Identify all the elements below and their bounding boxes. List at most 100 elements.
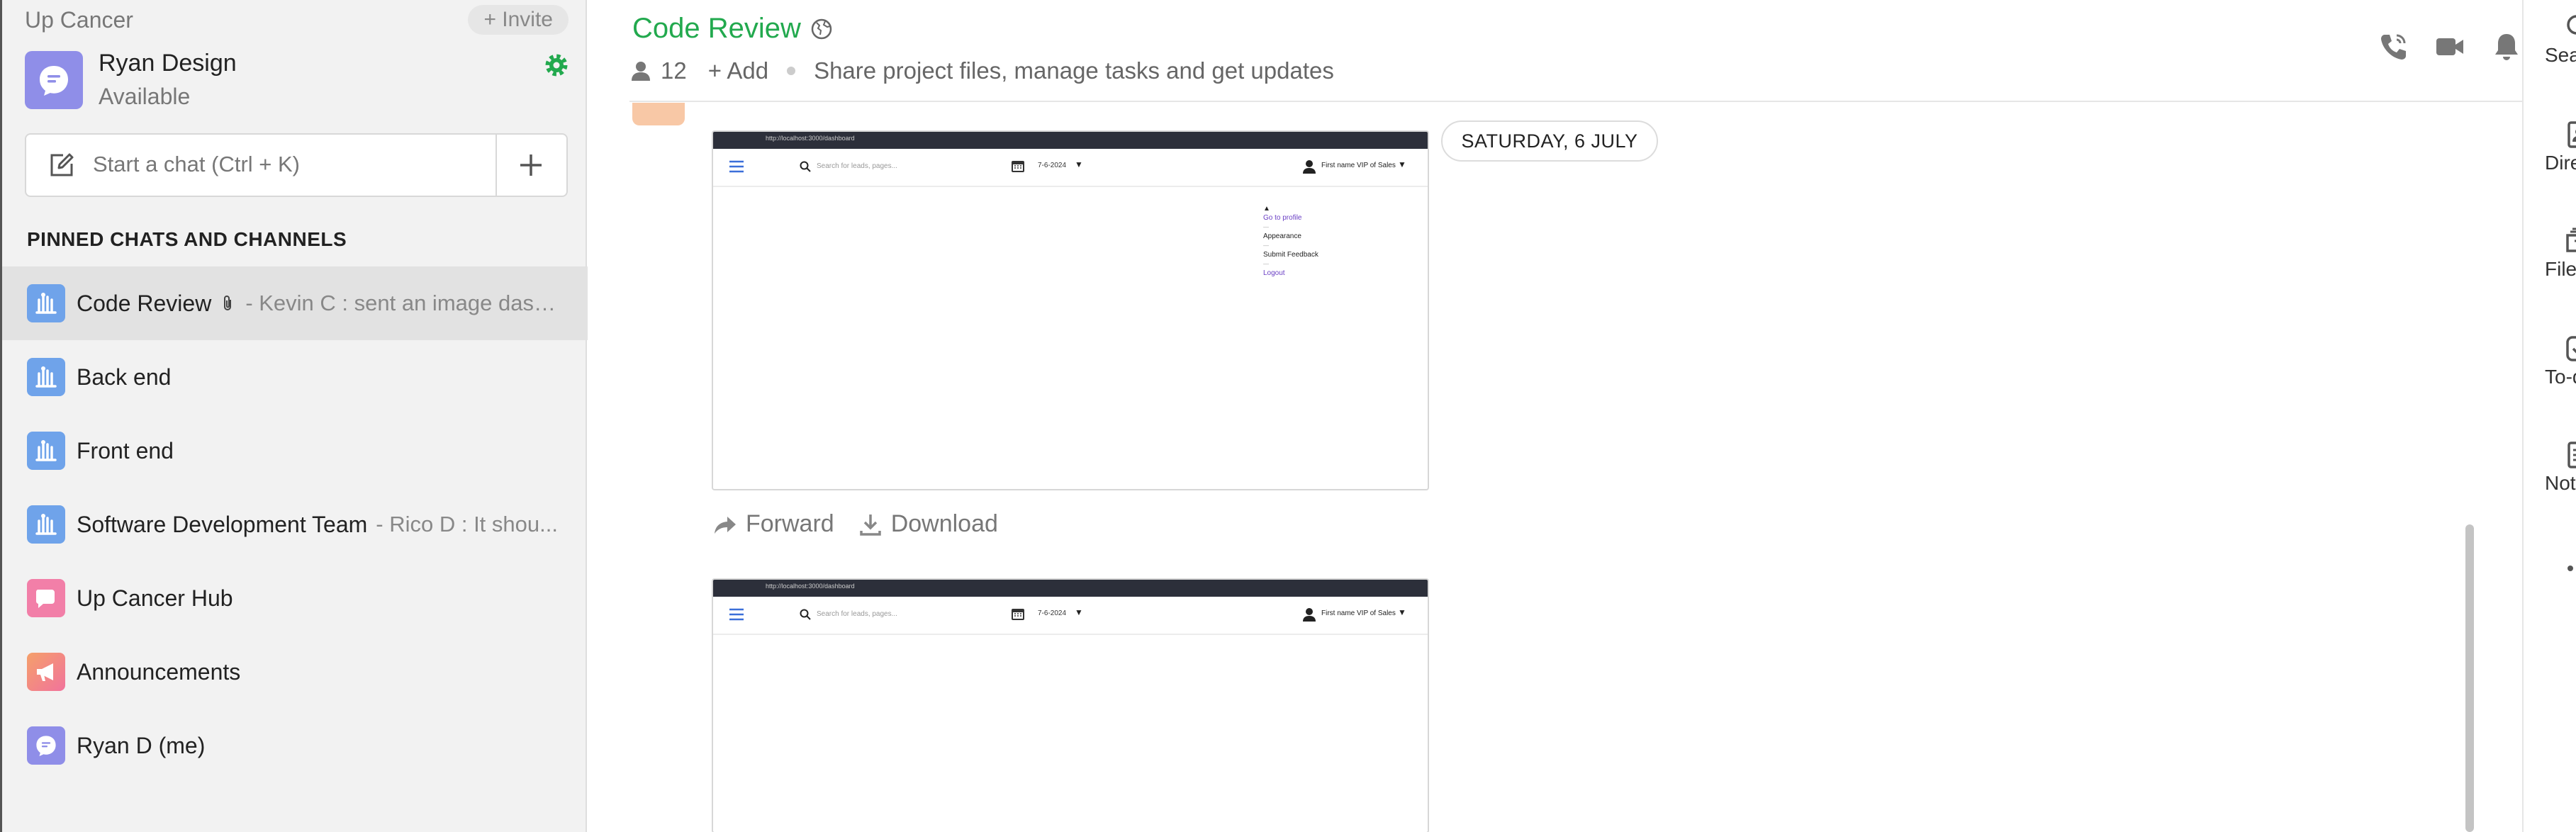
rail-item-directory[interactable]: Directory [2545,120,2576,174]
sidebar-item-label: Up Cancer Hub [77,585,233,611]
sidebar: Up Cancer + Invite Ryan Design Available… [0,0,588,832]
avatar[interactable] [25,51,83,109]
rail-label: Search [2545,44,2576,66]
forward-button[interactable]: Forward [713,510,834,538]
start-chat-placeholder[interactable]: Start a chat (Ctrl + K) [93,152,300,177]
sidebar-item-preview: - Rico D : It shou... [376,512,558,536]
rail-label: Directory [2545,152,2576,174]
channel-title[interactable]: Code Review [632,13,801,45]
spacer: — [1263,224,1269,230]
app-bar: Search for leads, pages... 7-6-2024 ▼ Fi… [713,597,1428,635]
header-divider [629,101,2522,102]
chevron-down-icon: ▼ [1398,159,1406,169]
user-name: First name VIP of Sales [1321,609,1396,617]
pinned-chat-list: Code Review - Kevin C : sent an image da… [2,266,588,782]
invite-button[interactable]: + Invite [468,5,569,35]
bell-icon[interactable] [2491,31,2522,62]
forward-label: Forward [746,510,834,537]
user-name: First name VIP of Sales [1321,162,1396,169]
channel-icon [27,432,65,470]
pinned-section-title: PINNED CHATS AND CHANNELS [27,228,347,250]
profile-card[interactable]: Ryan Design Available [25,47,571,115]
search-icon [2567,15,2576,35]
forward-icon [715,516,736,534]
scrollbar[interactable] [2465,524,2474,832]
search-placeholder: Search for leads, pages... [817,162,897,170]
download-button[interactable]: Download [858,510,998,538]
new-chat-button[interactable] [495,135,566,196]
app-bar: Search for leads, pages... 7-6-2024 ▼ Fi… [713,149,1428,187]
download-label: Download [890,510,998,537]
members-icon[interactable] [629,60,652,82]
rail-item-more[interactable] [2545,554,2576,583]
sidebar-item-code-review[interactable]: Code Review - Kevin C : sent an image da… [2,266,588,340]
search-icon [800,161,811,172]
phone-icon[interactable] [2378,31,2409,62]
image-attachment[interactable]: http://localhost:3000/dashboard Search f… [712,130,1429,490]
avatar[interactable] [632,103,685,125]
rail-label: To-dos [2545,366,2576,388]
files-icon [2566,227,2576,252]
hamburger-icon [729,160,744,173]
rail-item-files[interactable]: Files [2545,227,2576,281]
spacer: — [1263,261,1269,267]
sidebar-item-label: Software Development Team [77,511,368,537]
chat-bubble-icon [40,66,68,96]
sidebar-item-ryan-d-me[interactable]: Ryan D (me) [2,709,588,782]
todo-icon [2566,336,2576,361]
separator-dot [787,67,796,75]
rail-item-notes[interactable]: Notes [2545,441,2576,495]
org-name[interactable]: Up Cancer [25,7,133,33]
image-attachment[interactable]: http://localhost:3000/dashboard Search f… [712,578,1429,832]
sidebar-item-software-development-team[interactable]: Software Development Team - Rico D : It … [2,488,588,561]
user-icon [1303,608,1316,622]
sidebar-item-label: Code Review [77,290,212,316]
browser-bar: http://localhost:3000/dashboard [713,580,1428,597]
chat-bubble-icon [27,726,65,765]
dropdown-item: Submit Feedback [1263,251,1318,259]
sidebar-item-announcements[interactable]: Announcements [2,635,588,709]
chevron-down-icon: ▼ [1075,607,1083,617]
more-icon [2567,566,2573,571]
channel-icon [27,505,65,544]
header-actions [2378,31,2522,62]
user-icon [1303,160,1316,174]
notes-icon [2567,442,2576,468]
rail-item-todos[interactable]: To-dos [2545,335,2576,388]
rail-label: Notes [2545,472,2576,494]
dropdown-item: Go to profile [1263,214,1302,222]
profile-name: Ryan Design [99,50,237,77]
sidebar-item-preview: - Kevin C : sent an image dash... [245,291,558,315]
gear-icon[interactable] [542,51,571,79]
member-count[interactable]: 12 [661,57,687,84]
megaphone-icon [27,653,65,691]
channel-meta: 12 + Add Share project files, manage tas… [629,55,1334,86]
user-icon: ▲ [1263,205,1270,213]
browser-url: http://localhost:3000/dashboard [766,583,855,590]
sidebar-item-back-end[interactable]: Back end [2,340,588,414]
attachment-icon [224,296,232,310]
sidebar-item-up-cancer-hub[interactable]: Up Cancer Hub [2,561,588,635]
hamburger-icon [729,608,744,621]
sidebar-item-label: Front end [77,437,174,463]
profile-status[interactable]: Available [99,84,190,110]
calendar-icon [1012,609,1024,620]
browser-url: http://localhost:3000/dashboard [766,135,855,142]
sidebar-item-label: Ryan D (me) [77,732,206,758]
start-chat-input[interactable]: Start a chat (Ctrl + K) [25,133,568,197]
browser-bar: http://localhost:3000/dashboard [713,132,1428,149]
sidebar-item-front-end[interactable]: Front end [2,414,588,488]
globe-icon[interactable] [810,17,834,41]
org-header: Up Cancer + Invite [25,3,569,37]
chevron-down-icon: ▼ [1398,607,1406,617]
directory-icon [2567,121,2576,148]
video-icon[interactable] [2434,31,2465,62]
sidebar-item-label: Announcements [77,658,241,685]
attachment-actions: Forward Download [713,510,998,538]
spacer: — [1263,242,1269,249]
channel-icon [27,284,65,322]
rail-item-search[interactable]: Search [2545,13,2576,67]
date-value: 7-6-2024 [1038,609,1067,617]
dropdown-item: Logout [1263,269,1285,277]
add-member-button[interactable]: + Add [708,57,768,84]
